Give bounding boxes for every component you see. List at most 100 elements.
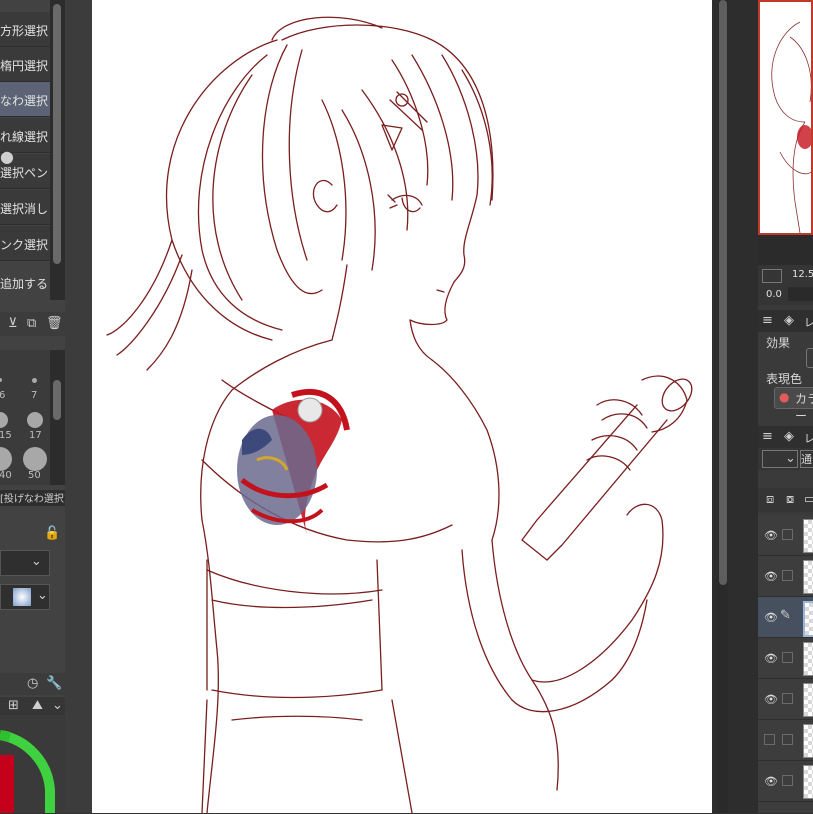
menu-icon[interactable]: ≡ (762, 314, 773, 328)
pencil-icon: ✎ (780, 608, 791, 623)
antialias-select[interactable]: ⌄ (0, 584, 50, 610)
effect-buttons (758, 346, 813, 368)
eye-icon[interactable]: 👁 (764, 693, 778, 706)
trash-icon[interactable]: 🗑 (46, 317, 63, 331)
brush-size-label: 17 (29, 430, 42, 441)
brush-dot[interactable] (0, 412, 8, 428)
effect-button[interactable] (806, 348, 813, 368)
brush-dot[interactable] (23, 447, 47, 471)
tool-shrink-select[interactable]: シュリンク選択 (0, 226, 50, 261)
color-mode-button[interactable]: ● カラー (774, 387, 813, 423)
drawing-canvas[interactable] (92, 0, 712, 813)
pen-icon: ● (0, 147, 14, 166)
navigator-preview[interactable] (758, 0, 813, 235)
chevron-down-icon: ⌄ (31, 554, 42, 569)
brush-dot[interactable] (0, 378, 2, 382)
wrench-icon[interactable]: 🔧 (46, 677, 62, 691)
navigator-thumbnail (771, 21, 813, 234)
zoom-slider[interactable] (762, 269, 782, 283)
layer-row[interactable]: 👁 (758, 556, 813, 597)
menu-icon[interactable]: ≡ (762, 430, 773, 444)
brush-size-label: 50 (28, 470, 41, 481)
color-mode-icon[interactable]: ⊞ (8, 699, 19, 713)
layer-row[interactable]: 👁 (758, 679, 813, 720)
color-mode-label: カラー (795, 392, 813, 423)
layer-thumbnail (803, 601, 813, 637)
reset-icon[interactable]: ◷ (27, 677, 38, 691)
add-tool-row[interactable]: 追加する (0, 265, 50, 299)
mountain-icon[interactable]: ⛰ (32, 699, 43, 713)
layer-property-tabbar: ≡ ◈ レ (758, 310, 813, 332)
tool-ellipse-select[interactable]: 楕円選択 (0, 47, 50, 82)
import-icon[interactable]: ⊻ (8, 317, 18, 331)
layer-tabbar: ≡ ◈ レ (758, 426, 813, 448)
antialias-preview (13, 588, 31, 606)
layer-row[interactable]: 👁 (758, 515, 813, 556)
layer-check[interactable] (782, 570, 793, 581)
scrollbar-thumb[interactable] (53, 4, 61, 264)
layer-toolbar: ⧈ ⧇ ▭ (758, 488, 813, 512)
tool-label: 方形選択 (0, 24, 48, 38)
scrollbar-thumb[interactable] (719, 0, 727, 585)
rgb-icon: ● (779, 390, 790, 404)
layer-check[interactable] (782, 775, 793, 786)
tool-scrollbar[interactable] (50, 0, 65, 300)
tool-selection-pen[interactable]: ● 選択ペン (0, 149, 50, 189)
chevron-down-icon: ⌄ (785, 451, 796, 466)
tool-selection-eraser[interactable]: 選択消し (0, 190, 50, 225)
layer-row-selected[interactable]: 👁 ✎ (758, 597, 813, 638)
folder-icon[interactable]: ▭ (804, 493, 813, 507)
layer-check[interactable] (782, 693, 793, 704)
blend-mode-row: ⌄ 通常 (758, 448, 813, 470)
layer-thumbnail (803, 642, 813, 676)
navigator-toolbar (758, 235, 813, 265)
layer-thumbnail (803, 683, 813, 717)
expression-color-row: 表現色 (758, 368, 813, 386)
chevron-down-icon[interactable]: ⌄ (52, 699, 63, 713)
eye-icon[interactable]: 👁 (764, 570, 778, 583)
tool-label: 投げなわ選択 (0, 94, 48, 108)
selection-mode-select[interactable]: ⌄ (0, 550, 50, 576)
subtool-footer: ◷ 🔧 (0, 673, 65, 695)
layer-row[interactable] (758, 720, 813, 761)
blend-mode-select[interactable]: 通常 (800, 450, 813, 468)
scrollbar-thumb[interactable] (53, 380, 61, 420)
tool-lasso-select[interactable]: 投げなわ選択 (0, 82, 50, 117)
duplicate-icon[interactable]: ⧉ (27, 317, 36, 331)
new-vector-layer-icon[interactable]: ⧇ (786, 493, 794, 507)
zoom-value: 12.5 (792, 269, 813, 280)
tool-label: 折れ線選択 (0, 130, 48, 144)
color-mode-row: ● カラー (758, 386, 813, 423)
layer-check[interactable] (782, 734, 793, 745)
layer-row[interactable] (758, 802, 813, 814)
chevron-down-icon: ⌄ (37, 588, 48, 603)
layer-color-select[interactable]: ⌄ (762, 450, 798, 468)
brush-dot[interactable] (32, 378, 37, 383)
tool-panel: 方形選択 楕円選択 投げなわ選択 折れ線選択 ●選択ペン 選択消し シュリンク選… (0, 0, 65, 813)
brush-scrollbar[interactable] (50, 350, 65, 485)
eye-icon[interactable]: 👁 (764, 652, 778, 665)
visibility-off[interactable] (764, 734, 775, 745)
tab-layer[interactable]: レ (804, 430, 813, 446)
line-art (106, 16, 693, 813)
subtool-detail-title: [投げなわ選択] (0, 490, 65, 506)
tab-layer-property[interactable]: レ (804, 314, 813, 330)
layer-row[interactable]: 👁 (758, 761, 813, 802)
tool-rect-select[interactable]: 方形選択 (0, 12, 50, 47)
brush-dot[interactable] (27, 412, 43, 428)
color-wheel[interactable] (0, 715, 65, 813)
layers-icon: ◈ (784, 429, 794, 444)
eye-icon[interactable]: 👁 (764, 529, 778, 542)
layer-check[interactable] (782, 529, 793, 540)
layer-check[interactable] (782, 652, 793, 663)
eye-icon[interactable]: 👁 (764, 775, 778, 788)
brush-size-label: 7 (31, 390, 38, 401)
dragon-tattoo (237, 388, 350, 535)
new-layer-icon[interactable]: ⧈ (766, 493, 774, 507)
brush-dot[interactable] (0, 447, 12, 471)
rotate-slider[interactable] (788, 287, 813, 301)
brush-size-palette: 6 7 15 17 40 50 (0, 350, 50, 485)
layer-row[interactable]: 👁 (758, 638, 813, 679)
eye-icon[interactable]: 👁 (764, 611, 778, 624)
lock-icon[interactable]: 🔓 (44, 527, 60, 541)
